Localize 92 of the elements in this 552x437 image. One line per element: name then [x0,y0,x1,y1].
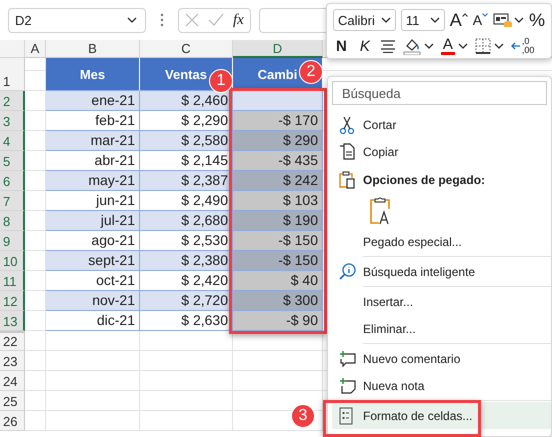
font-dropdown[interactable]: Calibri [333,9,396,31]
table-cell: abr-21 [46,151,140,171]
row-header[interactable]: 10 [0,251,25,271]
table-cell: $ 242 [233,171,323,191]
table-cell: $ 40 [233,271,323,291]
table-cell: -$ 90 [233,311,323,331]
menu-item[interactable]: Pegado especial... [332,228,551,255]
table-cell: -$ 150 [233,251,323,271]
table-cell: ene-21 [46,91,140,111]
caret-icon[interactable] [458,43,468,49]
table-cell: -$ 170 [233,111,323,131]
table-cell: feb-21 [46,111,140,131]
font-size-dropdown[interactable]: 11 [400,9,445,31]
row-header[interactable]: 26 [0,411,25,431]
table-cell: may-21 [46,171,140,191]
menu-item[interactable]: Nuevo comentario [332,345,551,372]
cell-styles-icon[interactable] [493,12,514,28]
font-color-button[interactable]: A [440,37,455,55]
menu-item[interactable]: Nueva nota [332,372,551,399]
column-header[interactable]: C [140,40,233,58]
increase-font-button[interactable]: A [450,10,468,30]
table-cell: nov-21 [46,291,140,311]
more-icon[interactable] [160,13,164,27]
caret-up-icon [462,13,468,17]
caret-down-icon [482,13,488,17]
table-cell: jul-21 [46,211,140,231]
check-icon[interactable] [208,13,224,27]
comment-plus-icon [339,350,356,368]
menu-item[interactable]: Eliminar... [332,315,551,342]
column-header[interactable]: B [46,40,140,58]
row-header[interactable]: 23 [0,351,25,371]
name-box[interactable]: D2 [8,8,146,32]
table-cell: oct-21 [46,271,140,291]
row-header[interactable]: 12 [0,291,25,311]
caret-icon[interactable] [514,17,524,23]
info-search-icon [339,262,356,280]
table-cell: -$ 435 [233,151,323,171]
paste-text-icon [369,197,391,225]
borders-icon[interactable] [474,38,491,54]
caret-icon[interactable] [430,17,440,23]
insert-function-button[interactable]: fx [233,12,244,28]
table-cell: mar-21 [46,131,140,151]
percent-button[interactable]: % [528,10,545,30]
menu-item[interactable]: Búsqueda inteligente [332,258,551,285]
row-header[interactable]: 7 [0,191,25,211]
menu-item[interactable]: Copiar [332,138,551,165]
table-cell: jun-21 [46,191,140,211]
column-heading: Mes [46,58,140,91]
table-cell: $ 103 [233,191,323,211]
row-header[interactable]: 1 [0,58,25,91]
menu-item[interactable]: Formato de celdas... [332,402,551,429]
caret-icon[interactable] [380,17,391,23]
paste-option-button[interactable] [369,197,391,225]
row-header[interactable]: 25 [0,391,25,411]
copy-icon [339,142,356,160]
table-cell: ago-21 [46,231,140,251]
caret-icon[interactable] [424,43,434,49]
menu-item[interactable]: Cortar [332,111,551,138]
row-header[interactable]: 13 [0,311,25,331]
center-align-icon[interactable] [380,39,396,53]
clipboard-icon [339,170,356,188]
row-header[interactable]: 3 [0,111,25,131]
row-header[interactable]: 9 [0,231,25,251]
row-header[interactable]: 6 [0,171,25,191]
menu-heading: Opciones de pegado: [332,165,551,194]
menu-item[interactable]: Insertar... [332,288,551,315]
search-field[interactable]: Búsqueda [332,81,547,105]
italic-button[interactable]: K [356,38,373,54]
decrease-font-button[interactable]: A [472,10,488,30]
table-cell: dic-21 [46,311,140,331]
left-arrow-icon [510,42,521,50]
row-header[interactable]: 8 [0,211,25,231]
dropdown-caret-icon[interactable] [127,17,137,23]
note-plus-icon [339,376,356,394]
caret-icon[interactable] [494,43,504,49]
row-header[interactable]: 11 [0,271,25,291]
row-header[interactable]: 24 [0,371,25,391]
fill-color-icon[interactable] [402,37,421,55]
table-cell: $ 300 [233,291,323,311]
bold-button[interactable]: N [333,38,350,54]
column-header[interactable]: D [233,40,323,58]
row-header[interactable]: 2 [0,91,25,111]
column-header[interactable]: A [25,40,46,58]
row-header[interactable]: 4 [0,131,25,151]
table-cell: sept-21 [46,251,140,271]
table-cell: $ 190 [233,211,323,231]
decrease-decimal-button[interactable]: ,0 ,00 [510,37,534,55]
table-cell: -$ 150 [233,231,323,251]
table-cell: $ 290 [233,131,323,151]
scissors-icon [339,116,356,134]
row-header[interactable]: 22 [0,331,25,351]
row-header[interactable]: 5 [0,151,25,171]
